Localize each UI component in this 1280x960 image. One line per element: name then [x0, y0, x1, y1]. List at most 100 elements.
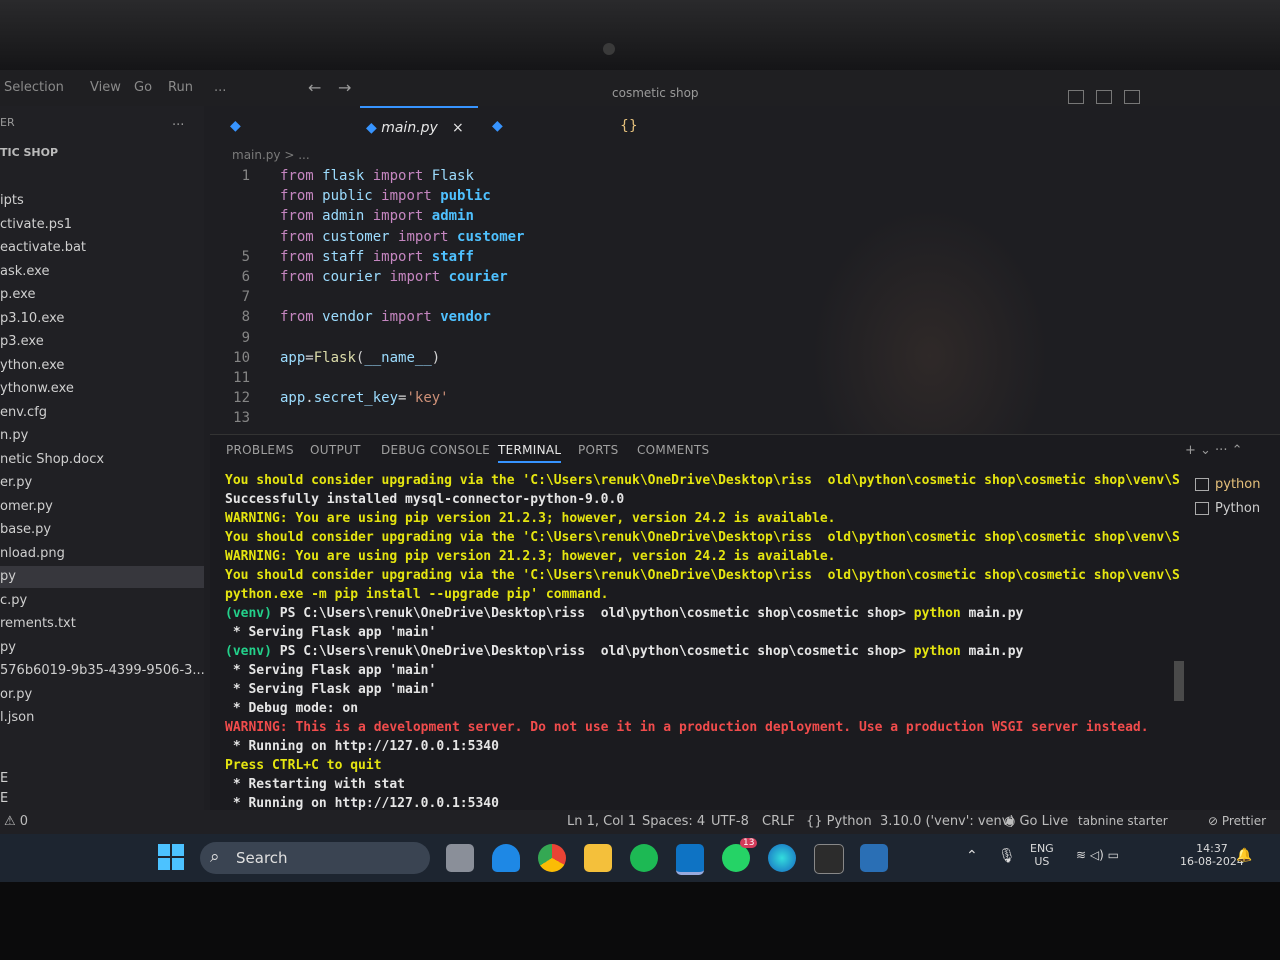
code-text: from courier import courier	[280, 269, 508, 285]
file-item[interactable]: nload.png	[0, 543, 204, 565]
notification-bell-icon[interactable]: 🔔	[1236, 848, 1252, 863]
python-interpreter[interactable]: 3.10.0 ('venv': venv)	[880, 814, 1015, 829]
tab-ports[interactable]: PORTS	[578, 443, 619, 457]
cursor-position[interactable]: Ln 1, Col 1	[567, 814, 636, 829]
problems-count[interactable]: ⚠ 0	[4, 814, 28, 829]
whatsapp-icon[interactable]: 13	[722, 838, 758, 872]
line-endings[interactable]: CRLF	[762, 814, 795, 829]
go-live-button[interactable]: ◉ Go Live	[1004, 814, 1068, 829]
tab-terminal[interactable]: TERMINAL	[498, 443, 562, 463]
code-text: from admin import admin	[280, 208, 474, 225]
terminal-scrollbar[interactable]	[1174, 661, 1184, 701]
prettier-status[interactable]: ⊘ Prettier	[1208, 814, 1266, 828]
back-arrow-icon[interactable]: ←	[308, 78, 321, 97]
file-item[interactable]: ythonw.exe	[0, 378, 204, 400]
tab-problems[interactable]: PROBLEMS	[226, 443, 294, 457]
menu-view[interactable]: View	[90, 80, 121, 95]
menu-go[interactable]: Go	[134, 80, 152, 95]
broadcast-icon: ◉	[1004, 814, 1020, 829]
window-title[interactable]: cosmetic shop	[612, 86, 699, 100]
tab-inactive-1[interactable]: ◆	[230, 106, 330, 146]
close-icon[interactable]: ×	[452, 108, 464, 148]
menu-more[interactable]: ...	[214, 80, 226, 95]
powershell-icon[interactable]	[860, 844, 888, 872]
sidebar-section-2[interactable]: E	[0, 788, 204, 810]
code-editor[interactable]: 1 from flask import Flask from public impo…	[210, 166, 1280, 506]
command-prompt-icon[interactable]	[814, 844, 844, 874]
taskbar-search[interactable]: ⌕ Search	[200, 842, 430, 874]
chrome-icon[interactable]	[538, 844, 566, 872]
terminal-line: * Serving Flask app 'main'	[225, 625, 437, 640]
clock[interactable]: 14:37 16-08-2024	[1180, 842, 1244, 868]
tab-main-py[interactable]: ◆ main.py ×	[360, 106, 478, 148]
terminal-line: You should consider upgrading via the 'C…	[225, 473, 1180, 488]
line-number: 9	[241, 329, 250, 346]
file-item[interactable]: n.py	[0, 425, 204, 447]
file-item[interactable]: l.json	[0, 707, 204, 729]
file-item[interactable]: netic Shop.docx	[0, 449, 204, 471]
edge-icon[interactable]	[768, 844, 796, 872]
tab-output[interactable]: OUTPUT	[310, 443, 361, 457]
breadcrumb[interactable]: main.py > ...	[232, 148, 310, 162]
sidebar-section-1[interactable]: E	[0, 768, 204, 790]
code-text: from vendor import vendor	[280, 309, 491, 326]
microphone-icon[interactable]: 🎙	[998, 848, 1016, 864]
file-item[interactable]: py	[0, 566, 204, 588]
search-icon: ⌕	[210, 847, 220, 867]
network-sound-battery-icon[interactable]: ≋ ◁) ▭	[1076, 848, 1119, 862]
menu-run[interactable]: Run	[168, 80, 193, 95]
tab-inactive-2[interactable]: ◆	[492, 106, 582, 146]
explorer-more-icon[interactable]: ...	[172, 114, 184, 129]
file-explorer-icon[interactable]	[584, 844, 612, 872]
terminal-line: Press CTRL+C to quit	[225, 758, 382, 773]
indent-spaces[interactable]: Spaces: 4	[642, 814, 705, 829]
forward-arrow-icon[interactable]: →	[338, 78, 351, 97]
terminal-line: Successfully installed mysql-connector-p…	[225, 492, 625, 507]
file-item[interactable]: c.py	[0, 590, 204, 612]
file-item[interactable]: ctivate.ps1	[0, 214, 204, 236]
file-item[interactable]: base.py	[0, 519, 204, 541]
windows-taskbar: ⌕ Search 13 ⌃ 🎙 ENG US ≋ ◁) ▭ 14:37 16-0…	[0, 834, 1280, 882]
spotify-icon[interactable]	[630, 844, 658, 872]
project-folder[interactable]: TIC SHOP	[0, 146, 58, 159]
tabnine-status[interactable]: tabnine starter	[1078, 814, 1168, 828]
file-item[interactable]: p3.exe	[0, 331, 204, 353]
task-view-icon[interactable]	[446, 844, 474, 872]
code-text: app=Flask(__name__)	[280, 349, 441, 366]
language-mode[interactable]: {} Python	[806, 814, 872, 829]
terminal-item-python-2[interactable]: Python	[1195, 499, 1260, 519]
file-item[interactable]: p3.10.exe	[0, 308, 204, 330]
terminal-line: (venv) PS C:\Users\renuk\OneDrive\Deskto…	[225, 606, 1024, 621]
show-hidden-icons-icon[interactable]: ⌃	[966, 848, 978, 864]
file-item[interactable]: or.py	[0, 684, 204, 706]
file-item[interactable]: p.exe	[0, 284, 204, 306]
file-item[interactable]: eactivate.bat	[0, 237, 204, 259]
windows-start-icon[interactable]	[158, 844, 184, 870]
file-item[interactable]: ython.exe	[0, 355, 204, 377]
copilot-icon[interactable]	[492, 844, 520, 872]
menu-selection[interactable]: Selection	[4, 80, 64, 95]
file-item[interactable]: rements.txt	[0, 613, 204, 635]
panel-actions[interactable]: + ⌄ ··· ⌃	[1185, 443, 1242, 458]
tab-comments[interactable]: COMMENTS	[637, 443, 709, 457]
file-item[interactable]: omer.py	[0, 496, 204, 518]
file-item[interactable]: env.cfg	[0, 402, 204, 424]
toggle-sidebar-icon[interactable]	[1068, 90, 1084, 104]
file-item[interactable]: py	[0, 637, 204, 659]
language-indicator[interactable]: ENG US	[1030, 842, 1054, 868]
file-item[interactable]: ipts	[0, 190, 204, 212]
explorer-sidebar: ER ... TIC SHOP ipts ctivate.ps1 eactivate…	[0, 106, 204, 810]
tab-debug-console[interactable]: DEBUG CONSOLE	[381, 443, 490, 457]
tab-inactive-3[interactable]: {}	[620, 106, 710, 146]
python-file-icon: ◆	[230, 118, 241, 134]
file-encoding[interactable]: UTF-8	[711, 814, 749, 829]
file-item[interactable]: er.py	[0, 472, 204, 494]
toggle-panel-icon[interactable]	[1096, 90, 1112, 104]
title-bar: Selection View Go Run ... ← → cosmetic s…	[0, 70, 1280, 106]
toggle-secondary-sidebar-icon[interactable]	[1124, 90, 1140, 104]
file-item[interactable]: ask.exe	[0, 261, 204, 283]
vscode-icon[interactable]	[676, 844, 704, 875]
terminal-item-python[interactable]: python	[1195, 475, 1260, 495]
terminal-icon	[1195, 478, 1209, 491]
file-item[interactable]: 576b6019-9b35-4399-9506-3...	[0, 660, 204, 682]
